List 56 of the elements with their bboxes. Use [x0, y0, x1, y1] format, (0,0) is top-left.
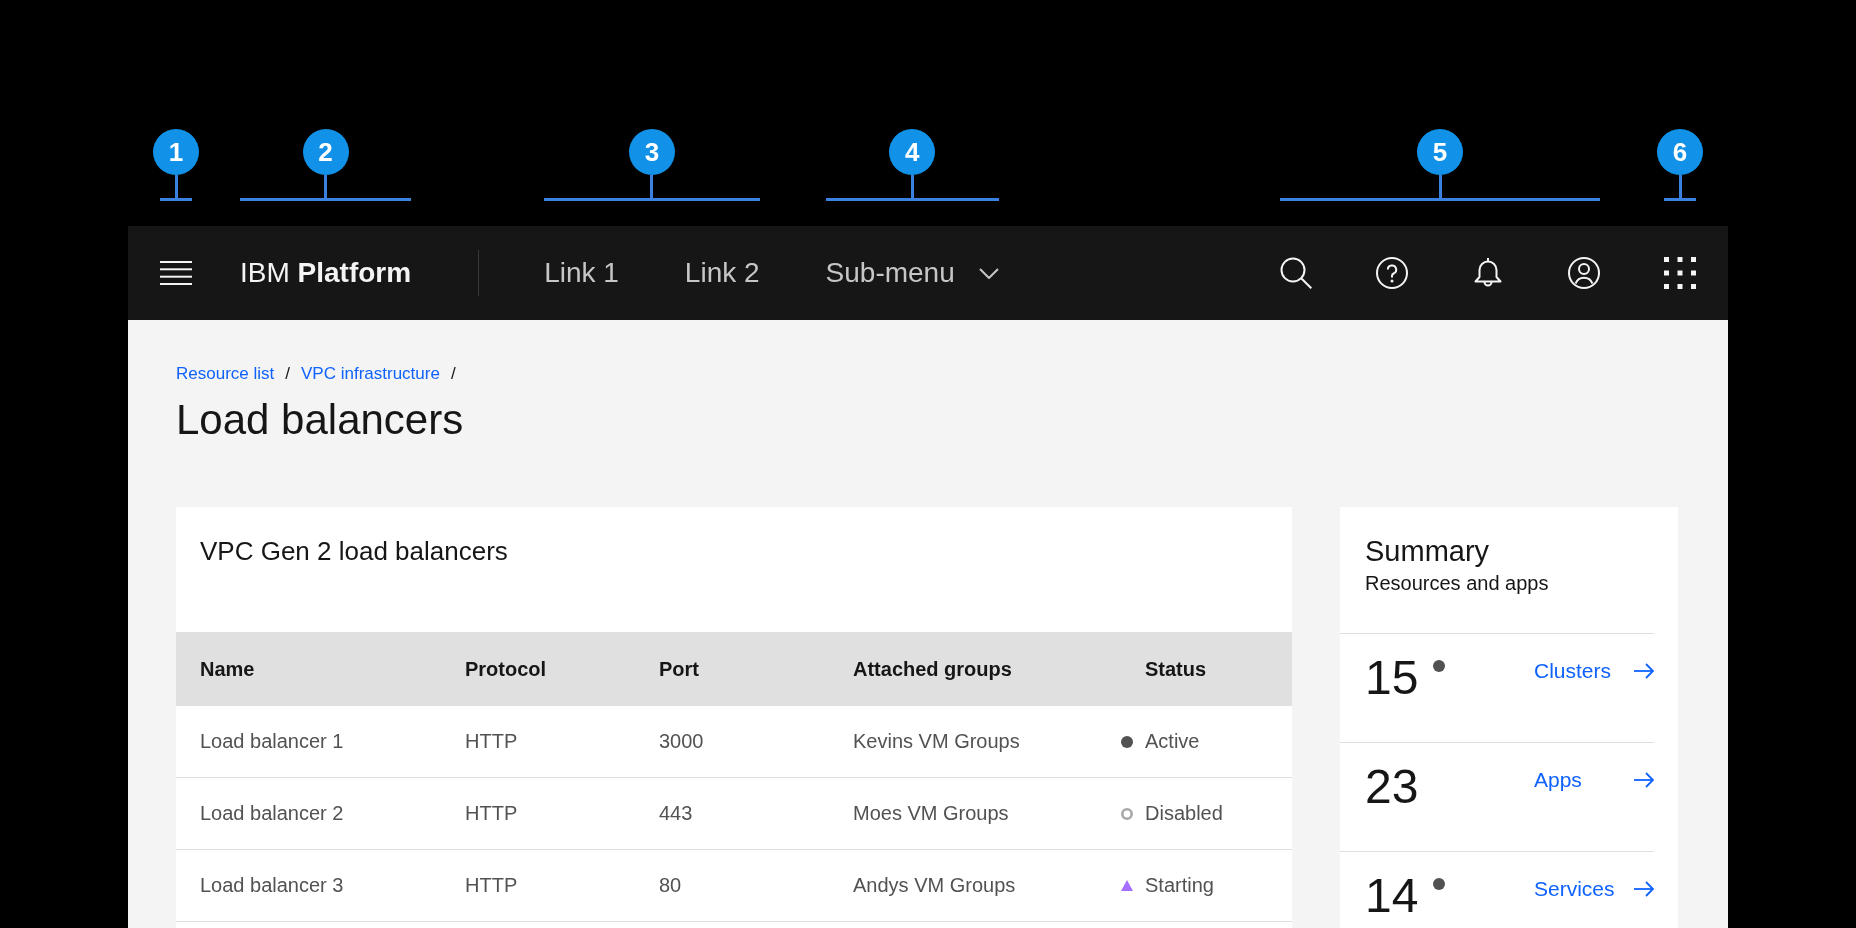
callout-badge: 2 — [302, 129, 349, 175]
help-icon — [1376, 257, 1408, 289]
status-text: Active — [1145, 730, 1200, 753]
summary-link[interactable]: Clusters — [1534, 657, 1654, 685]
callout-bracket — [160, 175, 192, 201]
column-header: Protocol — [464, 656, 548, 682]
bell-icon — [1472, 257, 1504, 289]
summary-link[interactable]: Services — [1534, 875, 1654, 903]
table-cell-text: Kevins VM Groups — [852, 729, 1021, 754]
menu-icon — [160, 261, 192, 285]
breadcrumb-link[interactable]: Resource list — [176, 364, 275, 384]
column-header: Port — [658, 656, 700, 682]
status-text: Disabled — [1145, 802, 1223, 825]
chevron-down-icon — [978, 267, 999, 279]
column-header: Status — [1144, 656, 1208, 682]
card-subtitle: Resources and apps — [1365, 571, 1549, 596]
grid-icon — [1664, 257, 1696, 289]
nav-link[interactable]: Link 1 — [511, 226, 652, 320]
table-cell-text: 443 — [658, 801, 694, 826]
count-value: 23 — [1365, 759, 1419, 815]
table-cell-text: Load balancer 1 — [199, 729, 345, 754]
arrow-right-icon — [1634, 881, 1654, 897]
table-cell-text: Moes VM Groups — [852, 801, 1010, 826]
callout-bracket — [1664, 175, 1696, 201]
breadcrumb-separator: / — [285, 364, 290, 384]
table-cell-text: HTTP — [464, 873, 519, 898]
search-icon — [1280, 257, 1312, 289]
callout-badge: 1 — [153, 129, 199, 175]
table-cell-text: HTTP — [464, 729, 519, 754]
column-header: Name — [199, 656, 256, 682]
page-title: Load balancers — [176, 395, 464, 445]
table-cell-text: 80 — [658, 873, 683, 898]
breadcrumb-separator: / — [450, 364, 456, 384]
count-value: 14 — [1365, 868, 1419, 924]
table-cell-text: 3000 — [658, 729, 705, 754]
table-cell-text: Load balancer 3 — [199, 873, 345, 898]
callout-badge: 5 — [1417, 129, 1463, 175]
callout-badge: 3 — [628, 129, 675, 175]
user-icon — [1568, 257, 1600, 289]
submenu-toggle[interactable]: Sub-menu — [792, 226, 1032, 320]
table-cell-text: HTTP — [464, 801, 519, 826]
brand-name: IBM Platform — [240, 257, 412, 289]
column-header: Attached groups — [852, 656, 1013, 682]
callout-badge: 6 — [1657, 129, 1703, 175]
table-cell-text: Load balancer 2 — [199, 801, 345, 826]
nav-link[interactable]: Link 2 — [651, 226, 793, 320]
breadcrumb-link[interactable]: VPC infrastructure — [301, 364, 440, 384]
summary-link[interactable]: Apps — [1534, 766, 1654, 794]
table-cell-text: Andys VM Groups — [852, 873, 1017, 898]
card-title: Summary — [1365, 534, 1490, 568]
card-title: VPC Gen 2 load balancers — [200, 535, 508, 567]
count-value: 15 — [1365, 650, 1419, 706]
arrow-right-icon — [1634, 663, 1654, 679]
callout-badge: 4 — [889, 129, 936, 175]
status-text: Starting — [1145, 874, 1214, 897]
arrow-right-icon — [1634, 772, 1654, 788]
